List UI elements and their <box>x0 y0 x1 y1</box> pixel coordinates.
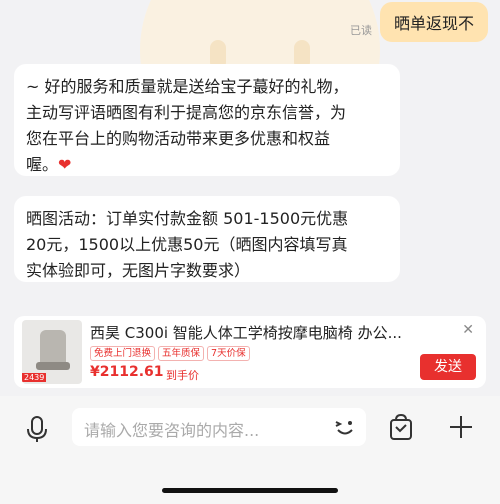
read-status: 已读 <box>349 24 372 37</box>
message-input[interactable]: 请输入您要咨询的内容... <box>72 408 366 446</box>
product-title[interactable]: 西昊 C300i 智能人体工学椅按摩电脑椅 办公... <box>90 322 442 343</box>
chair-base-image <box>36 362 70 370</box>
message-line: 20元，1500以上优惠50元（晒图内容填写真 <box>26 235 348 254</box>
outgoing-message-row: 已读 晒单返现不 <box>350 2 488 42</box>
home-indicator[interactable] <box>162 488 338 493</box>
plus-icon[interactable] <box>446 412 476 442</box>
close-icon[interactable]: ✕ <box>462 322 474 338</box>
product-tags: 免费上门退换 五年质保 7天价保 <box>90 346 250 361</box>
chat-screen: 已读 晒单返现不 ~ 好的服务和质量就是送给宝子蕞好的礼物， 主动写评语晒图有利… <box>0 0 500 504</box>
input-bar: 请输入您要咨询的内容... <box>0 396 500 504</box>
message-line: 晒图活动：订单实付款金额 501-1500元优惠 <box>26 209 349 228</box>
message-line: ~ 好的服务和质量就是送给宝子蕞好的礼物， <box>26 77 349 96</box>
price-note: 到手价 <box>166 369 199 382</box>
send-product-button[interactable]: 发送 <box>420 354 476 380</box>
thumb-price-tag: 2439 <box>22 373 47 382</box>
product-thumbnail[interactable]: 2439 <box>22 320 82 384</box>
product-tag: 五年质保 <box>158 346 205 361</box>
message-line: 实体验即可，无图片字数要求） <box>26 261 251 280</box>
product-tag: 7天价保 <box>207 346 250 361</box>
message-line: 主动写评语晒图有利于提高您的京东信誉，为 <box>26 103 347 122</box>
chair-image <box>40 330 66 364</box>
heart-icon: ❤ <box>58 155 72 174</box>
message-line: 您在平台上的购物活动带来更多优惠和权益 <box>26 129 331 148</box>
order-bag-icon[interactable] <box>386 412 416 442</box>
product-card[interactable]: 2439 西昊 C300i 智能人体工学椅按摩电脑椅 办公... ✕ 免费上门退… <box>14 316 486 388</box>
emoji-icon[interactable] <box>334 416 356 438</box>
microphone-icon[interactable] <box>22 414 52 444</box>
incoming-bubble-activity[interactable]: 晒图活动：订单实付款金额 501-1500元优惠 20元，1500以上优惠50元… <box>14 196 400 282</box>
product-price: ¥2112.61 <box>90 364 164 380</box>
message-line: 喔。 <box>26 155 59 174</box>
incoming-bubble-service[interactable]: ~ 好的服务和质量就是送给宝子蕞好的礼物， 主动写评语晒图有利于提高您的京东信誉… <box>14 64 400 176</box>
product-tag: 免费上门退换 <box>90 346 156 361</box>
outgoing-bubble[interactable]: 晒单返现不 <box>379 2 488 42</box>
message-line-last: 喔。❤ <box>26 152 388 178</box>
input-placeholder: 请输入您要咨询的内容... <box>84 421 260 440</box>
